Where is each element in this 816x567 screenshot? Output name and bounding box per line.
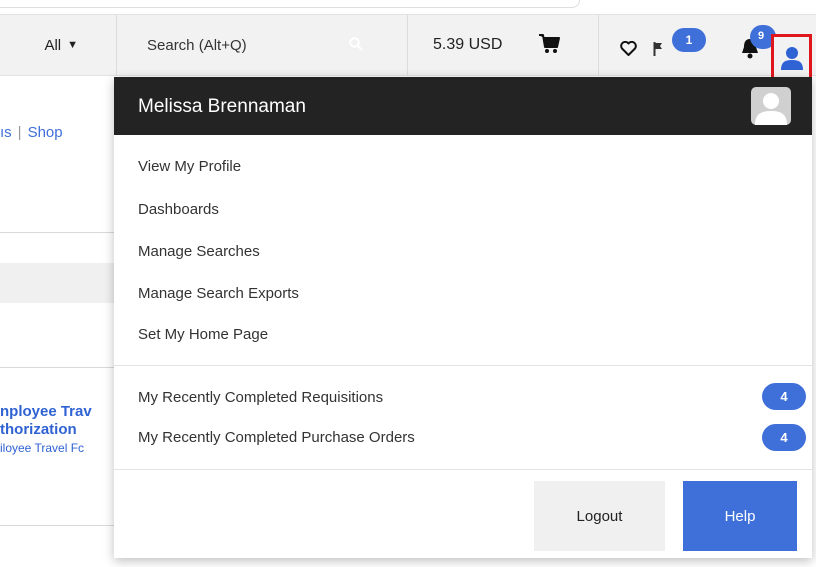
user-menu-dropdown: Melissa Brennaman View My Profile Dashbo…: [114, 77, 812, 558]
caret-down-icon: ▼: [67, 39, 78, 51]
action-items-badge[interactable]: 1: [672, 28, 706, 52]
breadcrumb-separator: |: [17, 124, 22, 141]
menu-item-manage-searches[interactable]: Manage Searches: [138, 243, 260, 260]
search-input[interactable]: Search (Alt+Q): [117, 15, 407, 75]
avatar-icon: [755, 93, 787, 125]
page-top-edge: [0, 0, 580, 8]
menu-item-recent-requisitions[interactable]: My Recently Completed Requisitions: [138, 389, 383, 406]
menu-item-view-profile[interactable]: View My Profile: [138, 158, 241, 175]
cart-icon: [539, 34, 560, 53]
search-scope-label: All: [44, 36, 62, 54]
divider: [0, 232, 114, 233]
search-placeholder: Search (Alt+Q): [147, 36, 247, 54]
form-link[interactable]: nployee Trav: [0, 403, 92, 420]
avatar: [751, 87, 791, 125]
menu-item-manage-search-exports[interactable]: Manage Search Exports: [138, 285, 299, 302]
divider: [0, 525, 114, 526]
menu-item-set-home-page[interactable]: Set My Home Page: [138, 326, 268, 343]
user-profile-button[interactable]: [771, 34, 812, 82]
search-scope-dropdown[interactable]: All ▼: [0, 15, 116, 75]
top-navigation-bar: All ▼ Search (Alt+Q) 5.39 USD 1 9: [0, 14, 816, 82]
form-subtitle: iloyee Travel Fc: [0, 441, 85, 455]
flag-icon[interactable]: [653, 42, 663, 56]
recent-requisitions-count-badge[interactable]: 4: [762, 383, 806, 410]
table-header: [0, 263, 114, 303]
user-icon: [780, 47, 803, 70]
menu-item-recent-purchase-orders[interactable]: My Recently Completed Purchase Orders: [138, 429, 415, 446]
menu-divider: [114, 365, 812, 366]
logout-button[interactable]: Logout: [534, 481, 665, 551]
menu-item-dashboards[interactable]: Dashboards: [138, 201, 219, 218]
divider: [0, 367, 114, 368]
search-icon[interactable]: [349, 37, 363, 51]
form-link[interactable]: thorization: [0, 421, 77, 438]
divider: [598, 15, 599, 75]
cart-total: 5.39 USD: [433, 36, 503, 53]
user-name: Melissa Brennaman: [138, 96, 306, 117]
breadcrumb: ıs | Shop: [0, 124, 63, 141]
breadcrumb-shop[interactable]: Shop: [28, 124, 63, 141]
recent-purchase-orders-count-badge[interactable]: 4: [762, 424, 806, 451]
heart-icon[interactable]: [620, 41, 637, 56]
breadcrumb-item[interactable]: ıs: [0, 124, 12, 141]
menu-divider: [114, 469, 812, 470]
cart-button[interactable]: 5.39 USD: [408, 15, 598, 75]
help-button[interactable]: Help: [683, 481, 797, 551]
user-menu-header: Melissa Brennaman: [114, 77, 812, 135]
